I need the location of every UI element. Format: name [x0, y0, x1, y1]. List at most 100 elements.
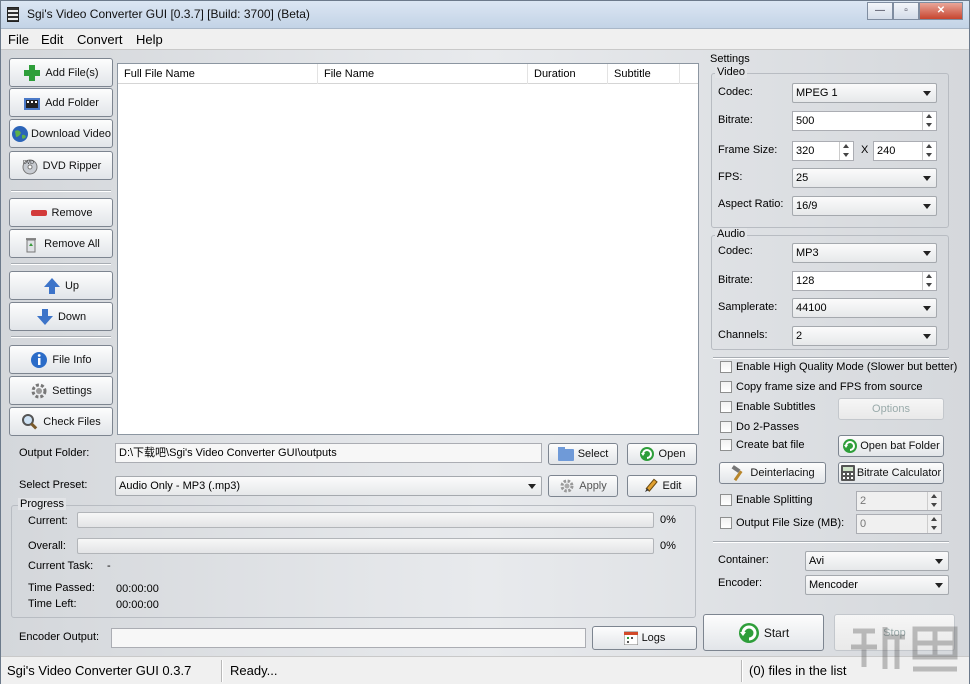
encoder-output-field[interactable]	[111, 628, 586, 648]
file-list[interactable]: Full File Name File Name Duration Subtit…	[117, 63, 699, 435]
checkbox-box[interactable]	[720, 494, 732, 506]
column-file-name[interactable]: File Name	[318, 64, 528, 84]
file-info-label: File Info	[52, 353, 92, 366]
stepper-arrows-icon[interactable]	[922, 272, 936, 290]
menu-edit[interactable]: Edit	[41, 32, 63, 47]
column-subtitle[interactable]: Subtitle	[608, 64, 680, 84]
audio-bitrate-stepper[interactable]: 128	[792, 271, 937, 291]
apply-preset-button[interactable]: Apply	[548, 475, 618, 497]
start-button[interactable]: Start	[703, 614, 824, 651]
stepper-arrows-icon[interactable]	[927, 515, 941, 533]
video-codec-select[interactable]: MPEG 1	[792, 83, 937, 103]
split-count-stepper[interactable]: 2	[856, 491, 942, 511]
download-video-button[interactable]: Download Video	[9, 119, 113, 148]
stepper-arrows-icon[interactable]	[922, 142, 936, 160]
aspect-ratio-select[interactable]: 16/9	[792, 196, 937, 216]
preset-select[interactable]: Audio Only - MP3 (.mp3)	[115, 476, 542, 496]
frame-width-stepper[interactable]: 320	[792, 141, 854, 161]
stepper-arrows-icon[interactable]	[839, 142, 853, 160]
check-files-button[interactable]: Check Files	[9, 407, 113, 436]
open-folder-button[interactable]: Open	[627, 443, 697, 465]
window-title: Sgi's Video Converter GUI [0.3.7] [Build…	[27, 7, 310, 21]
file-info-button[interactable]: File Info	[9, 345, 113, 374]
output-folder-field[interactable]: D:\下载吧\Sgi's Video Converter GUI\outputs	[115, 443, 542, 463]
channels-label: Channels:	[718, 329, 768, 341]
channels-value: 2	[796, 330, 803, 342]
remove-button[interactable]: Remove	[9, 198, 113, 227]
file-size-stepper[interactable]: 0	[856, 514, 942, 534]
checkbox-box[interactable]	[720, 361, 732, 373]
checkbox-box[interactable]	[720, 401, 732, 413]
select-folder-button[interactable]: Select	[548, 443, 618, 465]
remove-all-button[interactable]: Remove All	[9, 229, 113, 258]
maximize-button[interactable]: ▫	[893, 2, 919, 20]
stepper-arrows-icon[interactable]	[922, 112, 936, 130]
menu-help[interactable]: Help	[136, 32, 163, 47]
main-area: Add File(s) Add Folder Download Video DV…	[1, 50, 969, 656]
down-button[interactable]: Down	[9, 302, 113, 331]
menu-convert[interactable]: Convert	[77, 32, 123, 47]
folder-icon	[557, 447, 574, 461]
audio-codec-select[interactable]: MP3	[792, 243, 937, 263]
video-codec-label: Codec:	[718, 86, 753, 98]
audio-bitrate-value: 128	[796, 275, 815, 287]
app-window: Sgi's Video Converter GUI [0.3.7] [Build…	[0, 0, 970, 684]
sidebar-divider	[11, 336, 111, 338]
file-size-label: Output File Size (MB):	[736, 517, 845, 529]
copy-frame-checkbox[interactable]: Copy frame size and FPS from source	[720, 381, 922, 393]
open-bat-folder-button[interactable]: Open bat Folder	[838, 435, 944, 457]
current-task-label: Current Task:	[28, 560, 94, 572]
two-pass-checkbox[interactable]: Do 2-Passes	[720, 421, 799, 433]
encoder-output-label: Encoder Output:	[19, 631, 100, 643]
add-files-label: Add File(s)	[45, 66, 99, 79]
add-files-button[interactable]: Add File(s)	[9, 58, 113, 87]
info-icon	[30, 351, 48, 369]
encoder-value: Mencoder	[809, 579, 858, 591]
stepper-arrows-icon[interactable]	[927, 492, 941, 510]
frame-width-value: 320	[796, 145, 815, 157]
minimize-button[interactable]: —	[867, 2, 893, 20]
checkbox-box[interactable]	[720, 421, 732, 433]
file-list-header: Full File Name File Name Duration Subtit…	[118, 64, 698, 84]
bat-file-checkbox[interactable]: Create bat file	[720, 439, 804, 451]
checkbox-box[interactable]	[720, 439, 732, 451]
aspect-ratio-value: 16/9	[796, 200, 818, 212]
subtitles-checkbox[interactable]: Enable Subtitles	[720, 401, 816, 413]
menu-file[interactable]: File	[8, 32, 29, 47]
green-refresh-icon	[842, 438, 858, 454]
column-full-file-name[interactable]: Full File Name	[118, 64, 318, 84]
video-bitrate-stepper[interactable]: 500	[792, 111, 937, 131]
current-progress-percent: 0%	[660, 514, 676, 526]
current-task-value: -	[107, 560, 111, 572]
chevron-down-icon	[923, 251, 931, 256]
settings-button[interactable]: Settings	[9, 376, 113, 405]
frame-height-stepper[interactable]: 240	[873, 141, 937, 161]
bitrate-calculator-button[interactable]: Bitrate Calculator	[838, 462, 944, 484]
fps-select[interactable]: 25	[792, 168, 937, 188]
chevron-down-icon	[923, 306, 931, 311]
preset-label: Select Preset:	[19, 479, 88, 491]
settings-title: Settings	[710, 53, 750, 65]
splitting-checkbox[interactable]: Enable Splitting	[720, 494, 812, 506]
column-duration[interactable]: Duration	[528, 64, 608, 84]
dvd-ripper-button[interactable]: DVD DVD Ripper	[9, 151, 113, 180]
container-select[interactable]: Avi	[805, 551, 949, 571]
up-button[interactable]: Up	[9, 271, 113, 300]
logs-button[interactable]: Logs	[592, 626, 697, 650]
samplerate-select[interactable]: 44100	[792, 298, 937, 318]
close-button[interactable]: ✕	[919, 2, 963, 20]
check-files-label: Check Files	[43, 415, 101, 428]
green-refresh-icon	[738, 622, 760, 644]
edit-preset-button[interactable]: Edit	[627, 475, 697, 497]
deinterlacing-button[interactable]: Deinterlacing	[719, 462, 826, 484]
add-folder-button[interactable]: Add Folder	[9, 88, 113, 117]
checkbox-box[interactable]	[720, 381, 732, 393]
high-quality-checkbox[interactable]: Enable High Quality Mode (Slower but bet…	[720, 361, 957, 373]
channels-select[interactable]: 2	[792, 326, 937, 346]
checkbox-box[interactable]	[720, 517, 732, 529]
file-size-checkbox[interactable]: Output File Size (MB):	[720, 517, 844, 529]
fps-value: 25	[796, 172, 809, 184]
settings-label: Settings	[52, 384, 92, 397]
subtitle-options-button[interactable]: Options	[838, 398, 944, 420]
encoder-select[interactable]: Mencoder	[805, 575, 949, 595]
